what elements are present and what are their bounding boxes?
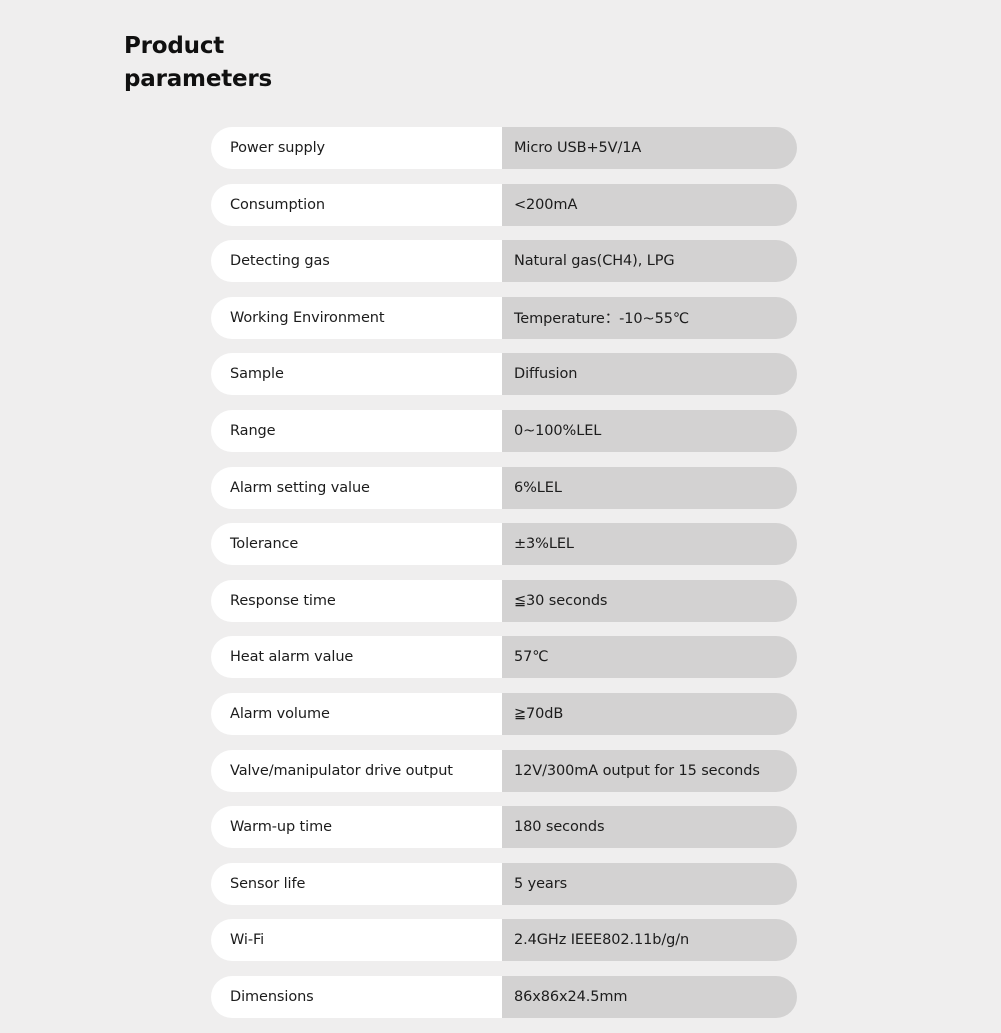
spec-value: 5 years — [502, 862, 797, 905]
table-row: Wi-Fi 2.4GHz IEEE802.11b/g/n — [211, 919, 797, 962]
table-row: Heat alarm value 57℃ — [211, 636, 797, 679]
specifications-table: Power supply Micro USB+5V/1A Consumption <2… — [211, 127, 797, 1033]
spec-value: Diffusion — [502, 353, 797, 396]
spec-label: Dimensions — [211, 975, 502, 1018]
spec-value: 86x86x24.5mm — [502, 975, 797, 1018]
table-row: Range 0~100%LEL — [211, 409, 797, 452]
spec-value: 12V/300mA output for 15 seconds — [502, 749, 797, 792]
table-row: Valve/manipulator drive output 12V/300mA … — [211, 749, 797, 792]
spec-value: ≧70dB — [502, 692, 797, 735]
spec-label: Alarm volume — [211, 692, 502, 735]
table-row: Warm-up time 180 seconds — [211, 806, 797, 849]
spec-label: Heat alarm value — [211, 636, 502, 679]
table-row: Response time ≦30 seconds — [211, 579, 797, 622]
table-row: Alarm volume ≧70dB — [211, 692, 797, 735]
spec-label: Alarm setting value — [211, 466, 502, 509]
table-row: Alarm setting value 6%LEL — [211, 466, 797, 509]
spec-value: 57℃ — [502, 636, 797, 679]
table-row: Power supply Micro USB+5V/1A — [211, 127, 797, 169]
spec-label: Sensor life — [211, 862, 502, 905]
spec-value: ±3%LEL — [502, 523, 797, 566]
spec-value: 180 seconds — [502, 806, 797, 849]
page-title: Product parameters — [124, 33, 273, 92]
table-row: Detecting gas Natural gas(CH4), LPG — [211, 240, 797, 283]
spec-label: Tolerance — [211, 523, 502, 566]
spec-value: ≦30 seconds — [502, 579, 797, 622]
spec-label: Valve/manipulator drive output — [211, 749, 502, 792]
spec-value: Micro USB+5V/1A — [502, 127, 797, 169]
table-row: Working Environment Temperature：-10~55℃ — [211, 296, 797, 339]
table-row: Sample Diffusion — [211, 353, 797, 396]
spec-value: Temperature：-10~55℃ — [502, 296, 797, 339]
spec-label: Detecting gas — [211, 240, 502, 283]
spec-label: Power supply — [211, 127, 502, 169]
spec-label: Wi-Fi — [211, 919, 502, 962]
spec-label: Consumption — [211, 183, 502, 226]
table-row: Dimensions 86x86x24.5mm — [211, 975, 797, 1018]
spec-value: <200mA — [502, 183, 797, 226]
spec-label: Sample — [211, 353, 502, 396]
table-row: Sensor life 5 years — [211, 862, 797, 905]
table-row: Tolerance ±3%LEL — [211, 523, 797, 566]
spec-value: 2.4GHz IEEE802.11b/g/n — [502, 919, 797, 962]
table-row: Consumption <200mA — [211, 183, 797, 226]
spec-label: Working Environment — [211, 296, 502, 339]
product-parameters-page: Product parameters Power supply Micro USB… — [0, 0, 1001, 1018]
spec-label: Range — [211, 409, 502, 452]
spec-label: Response time — [211, 579, 502, 622]
spec-value: 6%LEL — [502, 466, 797, 509]
spec-value: 0~100%LEL — [502, 409, 797, 452]
spec-label: Warm-up time — [211, 806, 502, 849]
spec-value: Natural gas(CH4), LPG — [502, 240, 797, 283]
